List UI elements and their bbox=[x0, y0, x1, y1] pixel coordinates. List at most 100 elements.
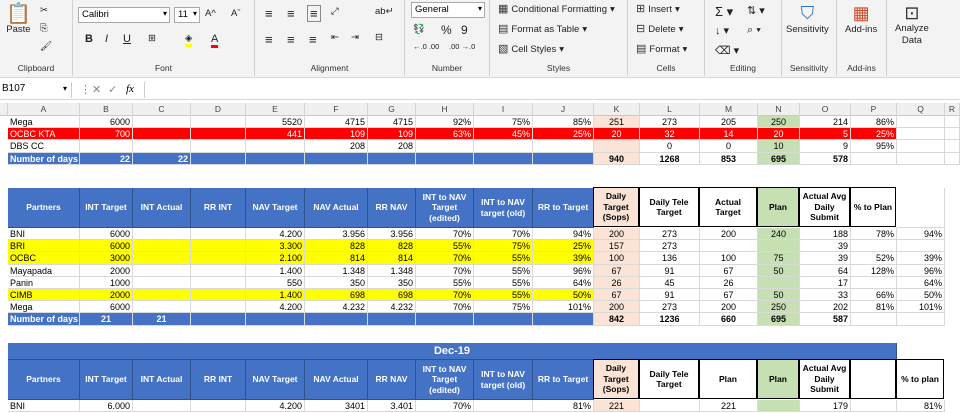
table-cell[interactable]: 814 bbox=[305, 252, 368, 265]
cancel-icon[interactable]: ✕ bbox=[92, 83, 101, 96]
table-cell[interactable]: 441 bbox=[246, 128, 305, 141]
table-cell[interactable] bbox=[133, 228, 191, 241]
table-cell[interactable]: 6000 bbox=[80, 228, 133, 241]
partner-name[interactable]: Mayapada bbox=[8, 264, 80, 277]
table-cell[interactable]: 200 bbox=[594, 301, 640, 314]
row-label[interactable]: OCBC KTA bbox=[8, 128, 80, 141]
column-header-cell[interactable]: NAV Actual bbox=[305, 188, 368, 228]
table-cell[interactable] bbox=[533, 313, 594, 326]
column-header-m[interactable]: M bbox=[700, 103, 758, 116]
table-cell[interactable] bbox=[474, 400, 533, 413]
column-header-cell[interactable]: INT to NAV Target (edited) bbox=[416, 360, 474, 400]
table-cell[interactable]: 2.100 bbox=[246, 252, 305, 265]
fill-icon[interactable]: ↓ ▾ bbox=[715, 24, 729, 37]
table-cell[interactable]: 70% bbox=[416, 289, 474, 302]
table-cell[interactable] bbox=[191, 400, 246, 413]
column-header-cell[interactable]: Daily Target (Sops) bbox=[593, 359, 639, 399]
table-cell[interactable]: 0 bbox=[700, 140, 758, 153]
partner-name[interactable]: Number of days bbox=[8, 313, 80, 326]
partner-name[interactable]: CIMB bbox=[8, 289, 80, 302]
table-cell[interactable]: 3000 bbox=[80, 252, 133, 265]
table-cell[interactable]: 240 bbox=[758, 228, 800, 241]
table-cell[interactable] bbox=[191, 301, 246, 314]
table-cell[interactable]: 4715 bbox=[305, 116, 368, 129]
table-cell[interactable]: 39% bbox=[897, 252, 945, 265]
orientation-icon[interactable]: ⤢ bbox=[331, 6, 339, 17]
partner-name[interactable]: BNI bbox=[8, 400, 80, 413]
table-cell[interactable]: 1.348 bbox=[305, 264, 368, 277]
row-label[interactable]: Number of days bbox=[8, 152, 80, 165]
table-cell[interactable]: 179 bbox=[800, 400, 851, 413]
table-cell[interactable]: 64% bbox=[897, 276, 945, 289]
table-cell[interactable]: 3401 bbox=[305, 400, 368, 413]
increase-indent-icon[interactable]: ⇥ bbox=[351, 32, 359, 43]
table-cell[interactable] bbox=[897, 152, 945, 165]
table-cell[interactable]: 17 bbox=[800, 276, 851, 289]
table-cell[interactable] bbox=[640, 400, 700, 413]
column-header-cell[interactable]: INT Actual bbox=[133, 360, 191, 400]
table-cell[interactable]: 1236 bbox=[640, 313, 700, 326]
partner-name[interactable]: BRI bbox=[8, 240, 80, 253]
table-cell[interactable]: 6000 bbox=[80, 240, 133, 253]
decrease-indent-icon[interactable]: ⇤ bbox=[331, 32, 339, 43]
column-header-n[interactable]: N bbox=[758, 103, 800, 116]
column-header-cell[interactable]: RR NAV bbox=[368, 188, 416, 228]
table-cell[interactable] bbox=[80, 140, 133, 153]
autosum-icon[interactable]: Σ ▾ bbox=[715, 4, 733, 20]
table-cell[interactable]: 5520 bbox=[246, 116, 305, 129]
table-cell[interactable]: 3.401 bbox=[368, 400, 416, 413]
table-cell[interactable]: 350 bbox=[368, 276, 416, 289]
table-cell[interactable]: 39 bbox=[800, 252, 851, 265]
conditional-formatting-button[interactable]: ▦ Conditional Formatting ▾ bbox=[498, 4, 615, 16]
table-cell[interactable]: 250 bbox=[758, 301, 800, 314]
table-cell[interactable]: 81% bbox=[897, 400, 945, 413]
table-cell[interactable]: 273 bbox=[640, 116, 700, 129]
enter-icon[interactable]: ✓ bbox=[108, 83, 117, 96]
table-cell[interactable]: 75% bbox=[474, 240, 533, 253]
underline-button[interactable]: U bbox=[123, 33, 131, 45]
partner-name[interactable]: Panin bbox=[8, 276, 80, 289]
sensitivity-button[interactable]: ⛉ Sensitivity bbox=[786, 4, 829, 35]
table-cell[interactable]: 50 bbox=[758, 264, 800, 277]
table-cell[interactable]: 6000 bbox=[80, 116, 133, 129]
find-select-icon[interactable]: ⌕ ▾ bbox=[747, 24, 761, 37]
column-header-cell[interactable] bbox=[850, 359, 896, 399]
table-cell[interactable] bbox=[758, 400, 800, 413]
table-cell[interactable]: 55% bbox=[474, 276, 533, 289]
table-cell[interactable]: 109 bbox=[368, 128, 416, 141]
column-header-cell[interactable]: Daily Tele Target bbox=[639, 187, 699, 227]
table-cell[interactable]: 21 bbox=[133, 313, 191, 326]
table-cell[interactable]: 4715 bbox=[368, 116, 416, 129]
align-top-icon[interactable]: ≡ bbox=[265, 6, 273, 21]
table-cell[interactable] bbox=[897, 313, 945, 326]
table-cell[interactable]: 4.200 bbox=[246, 228, 305, 241]
table-cell[interactable] bbox=[368, 152, 416, 165]
table-cell[interactable]: 1268 bbox=[640, 152, 700, 165]
format-as-table-button[interactable]: ▤ Format as Table ▾ bbox=[498, 24, 587, 36]
table-cell[interactable]: 660 bbox=[700, 313, 758, 326]
table-cell[interactable] bbox=[416, 140, 474, 153]
table-cell[interactable] bbox=[474, 152, 533, 165]
column-header-cell[interactable] bbox=[897, 188, 945, 228]
table-cell[interactable] bbox=[416, 152, 474, 165]
table-cell[interactable]: 100 bbox=[700, 252, 758, 265]
table-cell[interactable] bbox=[133, 301, 191, 314]
table-cell[interactable] bbox=[897, 116, 945, 129]
table-cell[interactable]: 208 bbox=[368, 140, 416, 153]
table-cell[interactable]: 39 bbox=[800, 240, 851, 253]
table-cell[interactable]: 828 bbox=[305, 240, 368, 253]
table-cell[interactable] bbox=[191, 252, 246, 265]
table-cell[interactable]: 45 bbox=[640, 276, 700, 289]
table-cell[interactable] bbox=[533, 140, 594, 153]
table-cell[interactable]: 55% bbox=[474, 264, 533, 277]
italic-button[interactable]: I bbox=[105, 33, 108, 45]
column-header-cell[interactable]: NAV Actual bbox=[305, 360, 368, 400]
table-cell[interactable]: 578 bbox=[800, 152, 851, 165]
column-header-cell[interactable]: INT to NAV target (old) bbox=[474, 360, 533, 400]
column-header-cell[interactable]: INT to NAV target (old) bbox=[474, 188, 533, 228]
table-cell[interactable] bbox=[416, 313, 474, 326]
table-cell[interactable] bbox=[594, 140, 640, 153]
table-cell[interactable] bbox=[191, 276, 246, 289]
column-header-cell[interactable]: % to plan bbox=[896, 359, 944, 399]
table-cell[interactable]: 39% bbox=[533, 252, 594, 265]
